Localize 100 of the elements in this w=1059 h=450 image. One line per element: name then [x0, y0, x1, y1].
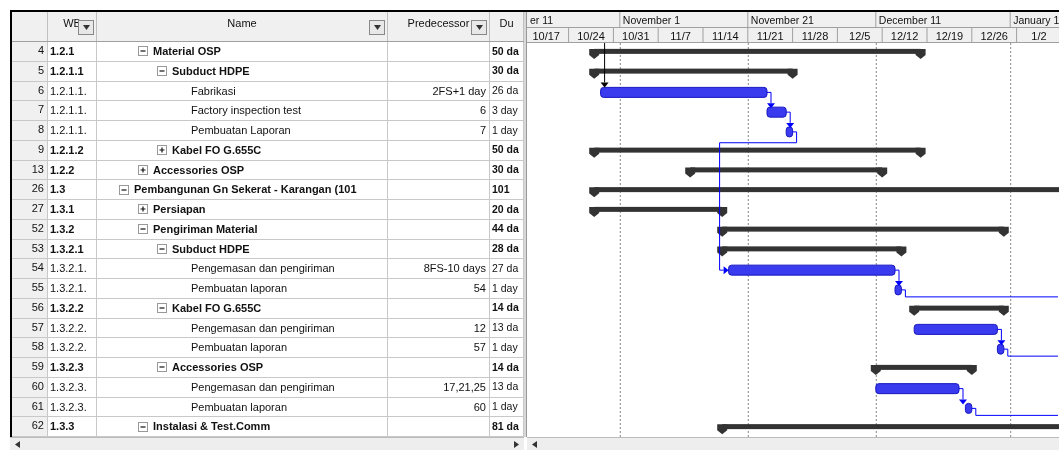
task-bar [766, 106, 787, 118]
wbs-cell: 1.3 [48, 180, 97, 199]
collapse-icon[interactable] [157, 66, 167, 77]
row-number: 62 [31, 418, 44, 434]
row-number: 5 [37, 62, 44, 78]
timescale-label: er 11 [530, 14, 554, 26]
expand-icon[interactable] [138, 204, 148, 215]
dependency-arrow [766, 91, 775, 109]
task-name: Accessories OSP [153, 162, 245, 178]
row-number: 52 [31, 220, 44, 236]
timescale-label: November 21 [750, 14, 814, 26]
arrow-right-icon[interactable] [513, 440, 520, 448]
timescale-label: 11/28 [801, 29, 829, 42]
wbs-cell: 1.2.1.2 [48, 140, 97, 160]
collapse-icon[interactable] [119, 184, 129, 195]
timescale-label: 10/17 [532, 29, 560, 42]
task-name: Pembuatan Laporan [191, 123, 291, 139]
wbs-cell: 1.2.1.1. [48, 121, 97, 140]
dependency-arrow [958, 388, 967, 405]
row-number: 54 [31, 260, 44, 276]
collapse-icon[interactable] [138, 421, 148, 432]
row-number: 8 [37, 122, 44, 137]
timescale-label: 12/5 [849, 29, 871, 42]
task-name: Material OSP [153, 44, 221, 60]
column-header: Predecessor [407, 17, 470, 29]
predecessor-cell: 2FS+1 day [388, 81, 490, 101]
wbs-cell: 1.3.2.3. [48, 397, 97, 417]
collapse-icon[interactable] [157, 303, 167, 314]
row-number: 57 [31, 319, 44, 335]
arrow-left-icon[interactable] [531, 440, 538, 448]
horizontal-scrollbar[interactable] [527, 437, 1059, 450]
caret-icon [82, 24, 90, 31]
horizontal-scrollbar[interactable] [10, 437, 524, 450]
row-number: 59 [31, 359, 44, 374]
task-bar [894, 284, 902, 296]
task-name: Pengemasan dan pengiriman [191, 261, 335, 277]
expand-icon[interactable] [157, 145, 167, 156]
timescale-label: 10/31 [622, 29, 650, 42]
predecessor-cell: 60 [388, 397, 490, 417]
task-name: Persiapan [153, 202, 206, 218]
wbs-cell: 1.3.2.1 [48, 239, 97, 259]
task-name: Pembuatan laporan [191, 340, 287, 356]
task-name: Pengemasan dan pengiriman [191, 379, 335, 395]
filter-dropdown-button[interactable] [471, 20, 487, 35]
dependency-arrow [894, 269, 903, 286]
task-name: Factory inspection test [191, 103, 302, 119]
wbs-cell: 1.3.2 [48, 219, 97, 239]
timescale-label: 10/24 [577, 29, 605, 42]
wbs-cell: 1.3.2.1. [48, 259, 97, 278]
row-number: 56 [31, 299, 44, 315]
timescale-label: 11/7 [670, 29, 691, 42]
timescale-label: 11/21 [756, 29, 784, 42]
wbs-cell: 1.3.2.2 [48, 298, 97, 318]
task-name: Subduct HDPE [172, 241, 250, 257]
task-name: Pengemasan dan pengiriman [191, 320, 335, 336]
wbs-cell: 1.2.1 [48, 42, 97, 61]
timescale-label: 12/26 [980, 29, 1008, 42]
predecessor-cell: 54 [388, 279, 490, 298]
timescale-label: 11/14 [712, 29, 739, 42]
wbs-cell: 1.3.2.1. [48, 279, 97, 298]
dependency-arrow [785, 111, 795, 128]
dependency-arrow [600, 42, 609, 88]
predecessor-cell: 57 [388, 338, 490, 357]
arrow-left-icon[interactable] [14, 440, 21, 448]
task-name: Kabel FO G.655C [172, 142, 262, 158]
row-number: 27 [31, 201, 44, 216]
collapse-icon[interactable] [157, 243, 167, 254]
wbs-cell: 1.2.2 [48, 160, 97, 180]
filter-dropdown-button[interactable] [369, 20, 385, 35]
wbs-cell: 1.2.1.1. [48, 81, 97, 101]
row-number: 61 [31, 398, 44, 414]
predecessor-cell: 7 [388, 121, 490, 140]
wbs-cell: 1.3.2.2. [48, 318, 97, 338]
row-number: 9 [37, 141, 44, 157]
task-name: Fabrikasi [191, 83, 236, 99]
row-number: 26 [31, 181, 44, 197]
row-number: 58 [31, 339, 44, 355]
row-number: 53 [31, 240, 44, 256]
row-number: 4 [37, 43, 44, 58]
row-number: 60 [31, 378, 44, 394]
collapse-icon[interactable] [138, 46, 148, 57]
dependency-arrow [996, 328, 1006, 346]
task-name: Pembuatan laporan [191, 281, 287, 297]
timescale-label: 1/2 [1031, 29, 1047, 42]
filter-dropdown-button[interactable] [78, 20, 94, 35]
row-number: 7 [37, 102, 44, 118]
timescale-label: 12/19 [935, 29, 964, 42]
expand-icon[interactable] [138, 164, 148, 175]
collapse-icon[interactable] [157, 362, 167, 373]
task-name: Pembuatan laporan [191, 399, 287, 415]
timescale-label: January 1 [1013, 14, 1059, 26]
row-number: 55 [31, 280, 44, 295]
collapse-icon[interactable] [138, 224, 148, 235]
predecessor-cell: 6 [388, 101, 490, 120]
wbs-cell: 1.2.1.1 [48, 61, 97, 81]
task-name: Instalasi & Test.Comm [153, 419, 271, 435]
timescale-label: 12/12 [890, 29, 919, 42]
timescale-label: December 11 [878, 14, 942, 26]
wbs-cell: 1.3.2.3. [48, 377, 97, 397]
wbs-cell: 1.3.2.2. [48, 338, 97, 357]
